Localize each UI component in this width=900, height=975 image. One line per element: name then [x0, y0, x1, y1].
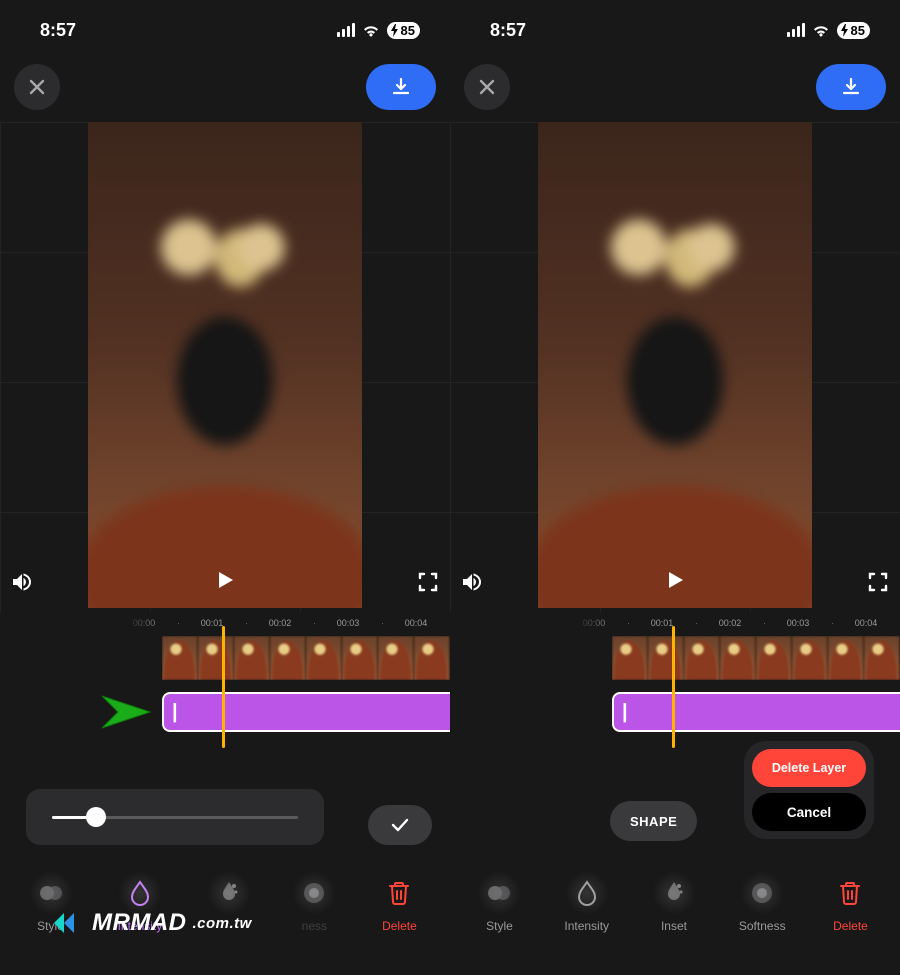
time-tick: 00:00	[580, 618, 608, 628]
delete-layer-popup: Delete Layer Cancel	[744, 741, 874, 839]
header	[450, 52, 900, 122]
fullscreen-icon[interactable]	[416, 570, 440, 594]
shape-button[interactable]: SHAPE	[610, 801, 697, 841]
screen-left: 8:57 85 00:00 00	[0, 0, 450, 975]
playhead[interactable]	[222, 626, 225, 748]
tool-softness[interactable]: Softness	[739, 875, 786, 933]
tool-label: Delete	[382, 919, 417, 933]
status-icons: 85	[787, 22, 870, 39]
time-tick: 00:02	[266, 618, 294, 628]
close-button[interactable]	[14, 64, 60, 110]
close-icon	[477, 77, 497, 97]
play-icon[interactable]	[214, 569, 236, 591]
confirm-button[interactable]	[368, 805, 432, 845]
intensity-slider[interactable]	[52, 816, 298, 819]
time-tick: 00:04	[402, 618, 430, 628]
tool-label: Style	[37, 919, 64, 933]
tool-delete[interactable]: Delete	[832, 875, 868, 933]
video-preview[interactable]	[450, 122, 900, 612]
tool-label: Style	[486, 919, 513, 933]
tool-label: ness	[302, 919, 327, 933]
inset-icon	[216, 880, 242, 906]
tool-intensity[interactable]: Intensity	[564, 875, 609, 933]
slider-thumb[interactable]	[86, 807, 106, 827]
intensity-slider-panel	[26, 789, 324, 845]
download-icon	[840, 76, 862, 98]
time-tick: 00:04	[852, 618, 880, 628]
tool-inset[interactable]: Inset	[656, 875, 692, 933]
shape-button-label: SHAPE	[630, 814, 677, 829]
video-preview[interactable]	[0, 122, 450, 612]
playhead[interactable]	[672, 626, 675, 748]
time-tick: 00:00	[130, 618, 158, 628]
delete-layer-button[interactable]: Delete Layer	[752, 749, 866, 787]
battery-indicator: 85	[837, 22, 870, 39]
status-icons: 85	[337, 22, 420, 39]
softness-icon	[301, 880, 327, 906]
video-frame	[88, 122, 362, 608]
screen-right: 8:57 85 00:00 00	[450, 0, 900, 975]
check-icon	[391, 818, 409, 832]
tool-label: Delete	[833, 919, 868, 933]
battery-indicator: 85	[387, 22, 420, 39]
tool-label: Intensity	[118, 919, 163, 933]
softness-icon	[749, 880, 775, 906]
tool-label: Intensity	[564, 919, 609, 933]
time-tick: 00:03	[334, 618, 362, 628]
thumbnail-strip[interactable]	[612, 636, 900, 680]
status-bar: 8:57 85	[0, 8, 450, 52]
trash-icon	[839, 881, 861, 905]
download-icon	[390, 76, 412, 98]
style-icon	[38, 880, 64, 906]
inset-icon	[661, 880, 687, 906]
popup-delete-label: Delete Layer	[772, 761, 846, 775]
time-ruler: 00:00 00:01 00:02 00:03 00:04	[130, 618, 450, 628]
tool-intensity[interactable]: Intensity	[118, 875, 163, 933]
timeline[interactable]: 00:00 00:01 00:02 00:03 00:04	[450, 612, 900, 762]
effect-layer[interactable]	[612, 692, 900, 732]
cancel-button[interactable]: Cancel	[752, 793, 866, 831]
trash-icon	[388, 881, 410, 905]
drop-icon	[129, 880, 151, 906]
tool-style[interactable]: Style	[481, 875, 517, 933]
download-button[interactable]	[816, 64, 886, 110]
tool-softness[interactable]: ness	[296, 875, 332, 933]
status-time: 8:57	[40, 20, 76, 41]
wifi-icon	[362, 23, 380, 37]
status-bar: 8:57 85	[450, 8, 900, 52]
cellular-signal-icon	[787, 23, 805, 37]
time-tick: 00:03	[784, 618, 812, 628]
tool-label: Softness	[739, 919, 786, 933]
volume-icon[interactable]	[460, 570, 484, 594]
close-button[interactable]	[464, 64, 510, 110]
close-icon	[27, 77, 47, 97]
tool-row: Style Intensity Inset Softness Delete	[450, 859, 900, 949]
fullscreen-icon[interactable]	[866, 570, 890, 594]
volume-icon[interactable]	[10, 570, 34, 594]
tool-style[interactable]: Style	[33, 875, 69, 933]
style-icon	[486, 880, 512, 906]
video-frame	[538, 122, 812, 608]
tool-inset[interactable]: x	[211, 875, 247, 933]
wifi-icon	[812, 23, 830, 37]
arrow-indicator-icon	[100, 690, 164, 734]
time-tick: 00:02	[716, 618, 744, 628]
popup-cancel-label: Cancel	[787, 805, 831, 820]
status-time: 8:57	[490, 20, 526, 41]
header	[0, 52, 450, 122]
cellular-signal-icon	[337, 23, 355, 37]
timeline[interactable]: 00:00 00:01 00:02 00:03 00:04	[0, 612, 450, 762]
tool-row: Style Intensity x ness Delete	[0, 859, 450, 949]
play-icon[interactable]	[664, 569, 686, 591]
tool-label: Inset	[661, 919, 687, 933]
time-ruler: 00:00 00:01 00:02 00:03 00:04	[580, 618, 900, 628]
effect-layer[interactable]	[162, 692, 450, 732]
thumbnail-strip[interactable]	[162, 636, 450, 680]
drop-icon	[576, 880, 598, 906]
tool-delete[interactable]: Delete	[381, 875, 417, 933]
download-button[interactable]	[366, 64, 436, 110]
